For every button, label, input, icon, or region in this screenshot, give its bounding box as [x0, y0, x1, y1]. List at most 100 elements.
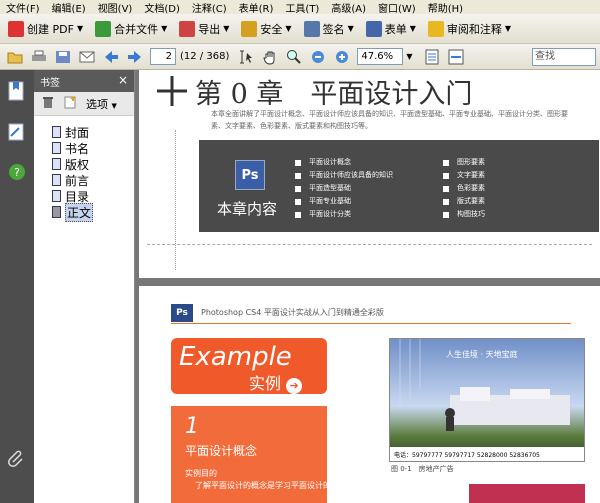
forms-label: 表单	[384, 22, 407, 36]
bookmark-list: 封面 书名 版权 前言 目录 正文	[34, 116, 134, 222]
open-folder-icon[interactable]	[6, 48, 24, 66]
menu-tools[interactable]: 工具(T)	[279, 0, 325, 15]
bookmarks-title: 书签	[40, 77, 60, 89]
bookmark-label: 封面	[65, 125, 90, 140]
security-button[interactable]: 安全 ▼	[237, 18, 295, 40]
contents-box-label: 本章内容	[217, 200, 278, 218]
bookmark-item-preface[interactable]: 前言	[34, 172, 134, 188]
sign-label: 签名	[322, 22, 345, 36]
email-icon[interactable]	[78, 48, 96, 66]
contents-list-right: 图形要素 文字要素 色彩要素 版式要素 构图技巧	[443, 156, 485, 221]
chapter-intro: 本章全面讲解了平面设计概念、平面设计师应该具备的知识、平面造型基础、平面专业基础…	[211, 110, 568, 130]
review-label: 审阅和注释	[446, 22, 502, 36]
trash-icon[interactable]	[42, 96, 54, 111]
crosshair-mark	[157, 76, 187, 106]
list-item: 平面设计分类	[295, 208, 393, 221]
page-icon	[52, 126, 61, 138]
menu-advanced[interactable]: 高级(A)	[325, 0, 372, 15]
example-banner: Example 实例 ➔	[171, 338, 327, 394]
example-title-cn: 实例 ➔	[249, 370, 303, 394]
help-icon[interactable]: ?	[7, 162, 27, 182]
review-comment-button[interactable]: 审阅和注释 ▼	[424, 18, 515, 40]
merge-files-button[interactable]: 合并文件 ▼	[91, 18, 171, 40]
page-number-input[interactable]: 2	[150, 48, 176, 65]
menu-help[interactable]: 帮助(H)	[422, 0, 469, 15]
page-icon	[52, 206, 61, 218]
menu-forms[interactable]: 表单(R)	[233, 0, 280, 15]
lock-icon	[241, 20, 258, 37]
menu-document[interactable]: 文档(D)	[138, 0, 186, 15]
list-item: 版式要素	[443, 195, 485, 208]
chevron-down-icon: ▼	[76, 24, 84, 33]
ad-headline: 人生佳境 · 天地宝庭	[446, 350, 518, 359]
bookmarks-icon[interactable]	[7, 80, 27, 101]
checkbox-icon	[295, 185, 301, 192]
document-viewport[interactable]: 第 0 章 平面设计入门 本章全面讲解了平面设计概念、平面设计师应该具备的知识、…	[135, 70, 600, 503]
bookmarks-panel: 书签 × 选项 ▼ 封面 书名 版权 前言 目录 正文	[34, 70, 135, 503]
new-bookmark-icon[interactable]	[64, 95, 78, 112]
checkbox-icon	[443, 159, 449, 166]
bookmark-options-button[interactable]: 选项 ▼	[86, 96, 117, 112]
ad-phone-strip: 电话：59797777 59797717 52828000 52836705	[390, 447, 584, 461]
page-header: Ps Photoshop CS4 平面设计实战从入门到精通全彩版	[171, 302, 571, 324]
print-icon[interactable]	[30, 48, 48, 66]
list-item: 文字要素	[443, 169, 485, 182]
image-thumbnail	[469, 484, 585, 503]
search-input[interactable]: 查找	[532, 48, 596, 66]
navigation-pane-rail: ?	[0, 70, 34, 503]
fit-width-icon[interactable]	[447, 48, 465, 66]
signature-icon[interactable]	[7, 122, 27, 142]
arrow-right-icon[interactable]	[126, 48, 144, 66]
checkbox-icon	[295, 159, 301, 166]
page-header-text: Photoshop CS4 平面设计实战从入门到精通全彩版	[201, 308, 384, 317]
save-icon[interactable]	[54, 48, 72, 66]
section-body: 了解平面设计的概念是学习平面设计的	[195, 481, 331, 490]
menu-window[interactable]: 窗口(W)	[372, 0, 422, 15]
menu-comments[interactable]: 注释(C)	[186, 0, 233, 15]
zoom-tool-icon[interactable]	[285, 48, 303, 66]
attachment-icon[interactable]	[7, 448, 27, 468]
task-toolbar: 创建 PDF ▼ 合并文件 ▼ 导出 ▼ 安全 ▼ 签名 ▼ 表单 ▼ 审阅和注释 ▼	[0, 14, 600, 44]
menu-view[interactable]: 视图(V)	[92, 0, 139, 15]
create-pdf-icon	[8, 20, 24, 37]
chapter-contents-box: Ps 本章内容 平面设计概念 平面设计师应该具备的知识 平面造型基础 平面专业基…	[199, 140, 599, 232]
page-icon	[52, 142, 61, 154]
export-button[interactable]: 导出 ▼	[175, 18, 233, 40]
chevron-down-icon[interactable]: ▼	[406, 52, 412, 61]
export-label: 导出	[198, 22, 221, 36]
arrow-left-icon[interactable]	[102, 48, 120, 66]
list-item: 平面设计概念	[295, 156, 393, 169]
zoom-out-icon[interactable]	[309, 48, 327, 66]
section-title: 平面设计概念	[185, 444, 258, 458]
menu-file[interactable]: 文件(F)	[0, 0, 46, 15]
list-item: 图形要素	[443, 156, 485, 169]
contents-list-left: 平面设计概念 平面设计师应该具备的知识 平面造型基础 平面专业基础 平面设计分类	[295, 156, 393, 221]
svg-text:?: ?	[14, 166, 20, 179]
list-item: 平面造型基础	[295, 182, 393, 195]
zoom-level-input[interactable]: 47.6%	[357, 48, 404, 65]
forms-button[interactable]: 表单 ▼	[362, 18, 420, 40]
real-estate-ad-image: 人生佳境 · 天地宝庭 电话：59797777 59797717 5282800…	[389, 338, 585, 462]
checkbox-icon	[295, 198, 301, 205]
checkbox-icon	[295, 172, 301, 179]
bookmark-item-copyright[interactable]: 版权	[34, 156, 134, 172]
fit-page-icon[interactable]	[423, 48, 441, 66]
bookmark-item-title[interactable]: 书名	[34, 140, 134, 156]
hand-tool-icon[interactable]	[261, 48, 279, 66]
bookmarks-toolbar: 选项 ▼	[34, 92, 134, 116]
menu-edit[interactable]: 编辑(E)	[46, 0, 92, 15]
bookmark-item-main-text[interactable]: 正文	[34, 202, 134, 222]
sign-button[interactable]: 签名 ▼	[300, 18, 358, 40]
bookmark-item-cover[interactable]: 封面	[34, 124, 134, 140]
zoom-in-icon[interactable]	[333, 48, 351, 66]
create-pdf-button[interactable]: 创建 PDF ▼	[4, 18, 87, 40]
chevron-down-icon: ▼	[161, 24, 168, 33]
export-icon	[179, 20, 196, 37]
close-icon[interactable]: ×	[118, 73, 128, 87]
text-select-icon[interactable]	[237, 48, 255, 66]
pen-icon	[303, 20, 320, 37]
chevron-down-icon: ▼	[347, 24, 354, 33]
pdf-page: 第 0 章 平面设计入门 本章全面讲解了平面设计概念、平面设计师应该具备的知识、…	[139, 70, 600, 278]
security-label: 安全	[260, 22, 283, 36]
create-pdf-label: 创建 PDF	[27, 22, 74, 36]
